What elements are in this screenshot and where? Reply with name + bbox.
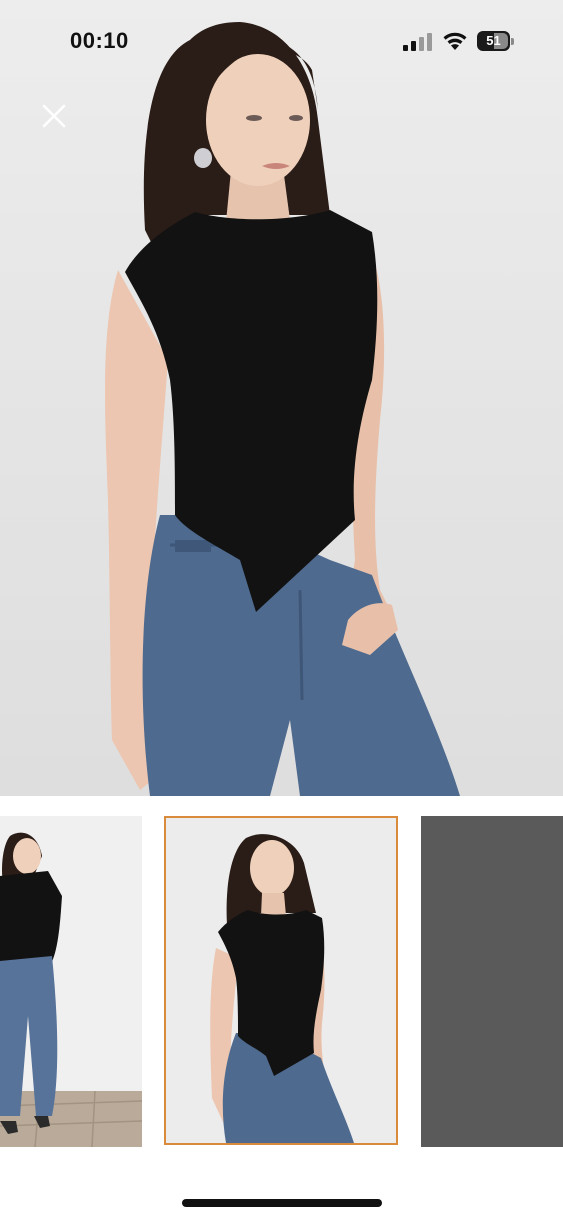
thumbnail-fabric-detail[interactable] (421, 816, 563, 1147)
status-bar: 00:10 51 (0, 0, 563, 80)
product-main-image[interactable] (0, 0, 563, 796)
battery-level: 51 (486, 33, 501, 48)
cellular-signal-icon (403, 33, 432, 51)
thumbnail-top-closeup[interactable] (164, 816, 398, 1145)
wifi-icon (443, 32, 467, 50)
thumbnail-full-outfit[interactable] (0, 816, 142, 1147)
close-button[interactable] (38, 100, 70, 132)
status-time: 00:10 (70, 28, 129, 53)
home-indicator[interactable] (182, 1199, 382, 1207)
model-photo (105, 22, 460, 796)
thumbnail-strip (0, 816, 563, 1149)
close-icon (42, 104, 66, 128)
battery-icon: 51 (477, 31, 515, 51)
